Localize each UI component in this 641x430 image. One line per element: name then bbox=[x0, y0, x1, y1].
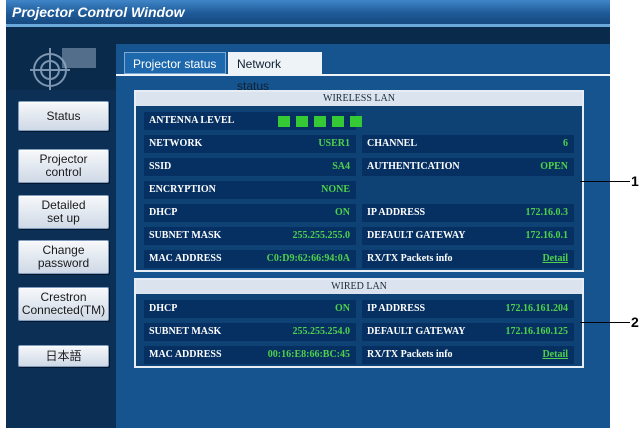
default-gateway-value: 172.16.160.125 bbox=[505, 326, 569, 337]
wireless-dhcp-row: DHCP ON bbox=[144, 204, 356, 222]
wired-dhcp-row: DHCP ON bbox=[144, 300, 356, 318]
nav-label: Status bbox=[46, 108, 81, 123]
wired-lan-section: WIRED LAN DHCP ON IP ADDRESS 172.16.161.… bbox=[134, 278, 584, 368]
encryption-row: ENCRYPTION NONE bbox=[144, 181, 356, 199]
dhcp-label: DHCP bbox=[149, 303, 178, 314]
wired-mac-row: MAC ADDRESS 00:16:E8:66:BC:45 bbox=[144, 346, 356, 364]
ip-address-value: 172.16.0.3 bbox=[525, 207, 569, 218]
wired-gateway-row: DEFAULT GATEWAY 172.16.160.125 bbox=[362, 323, 574, 341]
antenna-bar-icon bbox=[278, 116, 290, 127]
default-gateway-value: 172.16.0.1 bbox=[525, 230, 569, 241]
antenna-bar-icon bbox=[296, 116, 308, 127]
ssid-value: SA4 bbox=[332, 161, 350, 172]
mac-address-value: 00:16:E8:66:BC:45 bbox=[267, 349, 350, 360]
authentication-value: OPEN bbox=[540, 161, 568, 172]
authentication-label: AUTHENTICATION bbox=[367, 161, 460, 172]
nav-japanese-button[interactable]: 日本語 bbox=[18, 345, 109, 367]
wired-packets-row: RX/TX Packets info Detail bbox=[362, 346, 574, 364]
nav-change-password-button[interactable]: Change password bbox=[18, 240, 109, 274]
ip-address-label: IP ADDRESS bbox=[367, 303, 426, 314]
mac-address-label: MAC ADDRESS bbox=[149, 253, 222, 264]
subnet-mask-value: 255.255.255.0 bbox=[292, 230, 351, 241]
wireless-detail-link[interactable]: Detail bbox=[542, 250, 568, 268]
title-rule bbox=[6, 24, 610, 27]
subnet-mask-label: SUBNET MASK bbox=[149, 326, 222, 337]
wireless-packets-row: RX/TX Packets info Detail bbox=[362, 250, 574, 268]
wireless-ip-row: IP ADDRESS 172.16.0.3 bbox=[362, 204, 574, 222]
wireless-gateway-row: DEFAULT GATEWAY 172.16.0.1 bbox=[362, 227, 574, 245]
default-gateway-label: DEFAULT GATEWAY bbox=[367, 326, 466, 337]
window-title: Projector Control Window bbox=[6, 0, 610, 24]
wired-lan-header: WIRED LAN bbox=[136, 280, 582, 294]
mac-address-value: C0:D9:62:66:94:0A bbox=[266, 253, 350, 264]
wireless-mac-row: MAC ADDRESS C0:D9:62:66:94:0A bbox=[144, 250, 356, 268]
dhcp-value: ON bbox=[335, 207, 350, 218]
callout-number: 2 bbox=[631, 314, 639, 330]
tab-projector-status[interactable]: Projector status bbox=[124, 52, 226, 74]
wireless-lan-header: WIRELESS LAN bbox=[136, 92, 582, 106]
ssid-row: SSID SA4 bbox=[144, 158, 356, 176]
wireless-subnet-row: SUBNET MASK 255.255.255.0 bbox=[144, 227, 356, 245]
packets-info-label: RX/TX Packets info bbox=[367, 349, 453, 360]
nav-label: Projector control bbox=[39, 152, 88, 179]
nav-projector-control-button[interactable]: Projector control bbox=[18, 149, 109, 183]
ip-address-value: 172.16.161.204 bbox=[505, 303, 569, 314]
globe-logo-icon bbox=[30, 48, 96, 90]
subnet-mask-value: 255.255.254.0 bbox=[292, 326, 351, 337]
ip-address-label: IP ADDRESS bbox=[367, 207, 426, 218]
network-label: NETWORK bbox=[149, 138, 203, 149]
channel-row: CHANNEL 6 bbox=[362, 135, 574, 153]
nav-status-button[interactable]: Status bbox=[18, 101, 109, 131]
authentication-row: AUTHENTICATION OPEN bbox=[362, 158, 574, 176]
antenna-bar-icon bbox=[350, 116, 362, 127]
nav-label: 日本語 bbox=[45, 348, 82, 363]
callout-number: 1 bbox=[631, 173, 639, 189]
antenna-bar-icon bbox=[314, 116, 326, 127]
antenna-label: ANTENNA LEVEL bbox=[149, 115, 235, 126]
callout-line bbox=[580, 322, 630, 323]
encryption-label: ENCRYPTION bbox=[149, 184, 216, 195]
dhcp-label: DHCP bbox=[149, 207, 178, 218]
tab-underline bbox=[116, 74, 610, 76]
nav-label: Change password bbox=[37, 243, 90, 270]
default-gateway-label: DEFAULT GATEWAY bbox=[367, 230, 466, 241]
nav-crestron-button[interactable]: Crestron Connected(TM) bbox=[18, 287, 109, 321]
nav-detailed-setup-button[interactable]: Detailed set up bbox=[18, 195, 109, 229]
wired-ip-row: IP ADDRESS 172.16.161.204 bbox=[362, 300, 574, 318]
tab-network-status[interactable]: Network status bbox=[228, 52, 322, 93]
wired-subnet-row: SUBNET MASK 255.255.254.0 bbox=[144, 323, 356, 341]
antenna-row: ANTENNA LEVEL bbox=[144, 112, 362, 130]
channel-value: 6 bbox=[563, 138, 568, 149]
packets-info-label: RX/TX Packets info bbox=[367, 253, 453, 264]
network-row: NETWORK USER1 bbox=[144, 135, 356, 153]
nav-label: Detailed set up bbox=[41, 198, 86, 225]
channel-label: CHANNEL bbox=[367, 138, 418, 149]
antenna-bar-icon bbox=[332, 116, 344, 127]
encryption-value: NONE bbox=[321, 184, 350, 195]
wired-detail-link[interactable]: Detail bbox=[542, 346, 568, 364]
network-value: USER1 bbox=[318, 138, 350, 149]
mac-address-label: MAC ADDRESS bbox=[149, 349, 222, 360]
subnet-mask-label: SUBNET MASK bbox=[149, 230, 222, 241]
ssid-label: SSID bbox=[149, 161, 172, 172]
dhcp-value: ON bbox=[335, 303, 350, 314]
wireless-lan-section: WIRELESS LAN ANTENNA LEVEL NETWORK USER1… bbox=[134, 90, 584, 272]
callout-line bbox=[580, 181, 630, 182]
nav-label: Crestron Connected(TM) bbox=[21, 290, 106, 317]
projector-control-window: Projector Control Window Status Projecto… bbox=[6, 0, 610, 428]
